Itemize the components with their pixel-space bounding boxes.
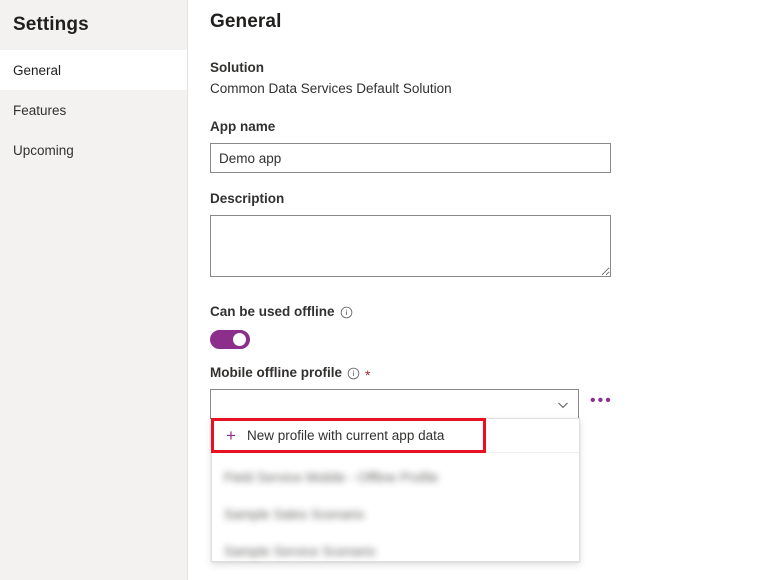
sidebar-item-features[interactable]: Features (0, 90, 187, 130)
profile-label-row: Mobile offline profile * (210, 364, 613, 382)
list-item[interactable]: Field Service Mobile - Offline Profile (212, 459, 579, 496)
more-options-button[interactable]: ••• (590, 395, 613, 413)
dropdown-item-label: New profile with current app data (247, 428, 444, 443)
offline-toggle[interactable] (210, 330, 250, 349)
mobile-offline-profile-combobox[interactable] (210, 389, 579, 419)
sidebar-item-label: Upcoming (13, 143, 74, 158)
list-item[interactable]: Sample Service Scenario (212, 533, 579, 570)
sidebar-item-upcoming[interactable]: Upcoming (0, 130, 187, 170)
solution-value: Common Data Services Default Solution (210, 79, 452, 99)
offline-label-row: Can be used offline (210, 303, 353, 321)
dropdown-option-list: Field Service Mobile - Offline Profile S… (212, 453, 579, 570)
solution-field: Solution Common Data Services Default So… (210, 60, 452, 99)
offline-field: Can be used offline (210, 303, 353, 349)
description-label: Description (210, 190, 611, 208)
plus-icon: + (224, 429, 238, 443)
dropdown-item-label: Sample Service Scenario (224, 544, 376, 559)
app-name-field: App name (210, 118, 611, 173)
description-textarea[interactable] (210, 215, 611, 277)
dropdown-item-label: Sample Sales Scenario (224, 507, 364, 522)
sidebar-title: Settings (0, 0, 187, 38)
chevron-down-icon[interactable] (557, 398, 569, 410)
info-icon[interactable] (340, 306, 353, 319)
sidebar: Settings General Features Upcoming (0, 0, 188, 580)
required-asterisk: * (365, 370, 370, 380)
page-title: General (210, 0, 765, 35)
description-field: Description (210, 190, 611, 277)
list-item[interactable]: Sample Sales Scenario (212, 496, 579, 533)
offline-label: Can be used offline (210, 303, 335, 321)
app-name-label: App name (210, 118, 611, 136)
solution-label: Solution (210, 60, 452, 75)
sidebar-item-label: General (13, 63, 61, 78)
toggle-knob (233, 333, 246, 346)
profile-combo-row: ••• (210, 389, 613, 419)
app-name-input[interactable] (210, 143, 611, 173)
sidebar-item-label: Features (13, 103, 66, 118)
profile-dropdown-panel: + New profile with current app data Fiel… (211, 418, 580, 562)
dropdown-item-label: Field Service Mobile - Offline Profile (224, 470, 438, 485)
info-icon[interactable] (347, 367, 360, 380)
settings-page: Settings General Features Upcoming Gener… (0, 0, 765, 580)
dropdown-item-new-profile[interactable]: + New profile with current app data (212, 419, 579, 453)
mobile-offline-profile-field: Mobile offline profile * (210, 364, 613, 419)
sidebar-item-general[interactable]: General (0, 50, 187, 90)
sidebar-nav: General Features Upcoming (0, 50, 187, 170)
profile-label: Mobile offline profile (210, 364, 342, 382)
